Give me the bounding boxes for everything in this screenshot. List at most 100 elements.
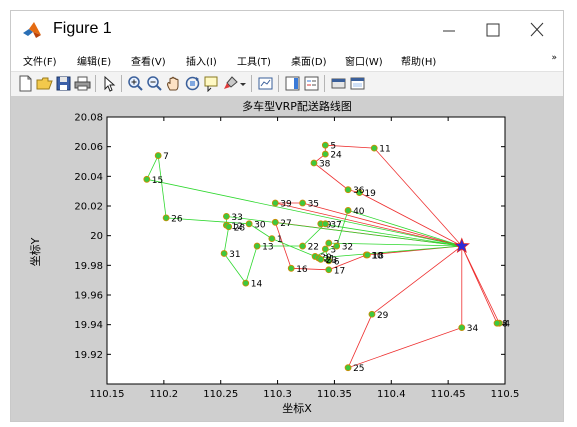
pointer-icon[interactable] [101, 75, 118, 92]
colorbar-icon[interactable] [284, 75, 301, 92]
customer-label: 1 [277, 235, 283, 245]
customer-label: 7 [163, 152, 169, 162]
y-tick-label: 20.02 [74, 202, 103, 213]
customer-point [458, 324, 466, 332]
figure-canvas: 多车型VRP配送路线图 110.15 110.2 110.25 110.3 110.35… [11, 96, 563, 421]
menu-insert[interactable]: 插入(I) [186, 53, 217, 68]
customer-point [344, 207, 352, 214]
x-tick-label: 110.4 [377, 389, 406, 400]
customer-point [317, 255, 325, 263]
customer-label: 13 [262, 243, 273, 253]
customer-label: 40 [353, 207, 365, 217]
customer-point [344, 364, 352, 372]
customer-point [268, 235, 276, 243]
data-cursor-icon[interactable] [203, 75, 220, 92]
open-icon[interactable] [36, 75, 53, 92]
close-icon [530, 22, 544, 37]
customer-label: 32 [342, 243, 353, 253]
customer-label: 15 [152, 176, 163, 186]
customer-label: 35 [308, 200, 319, 210]
window-title: Figure 1 [53, 20, 112, 37]
customer-point [321, 245, 329, 253]
zoom-out-icon[interactable] [146, 75, 163, 92]
title-bar[interactable]: Figure 1 [11, 11, 563, 49]
customer-label: 27 [280, 219, 291, 229]
customer-point [271, 218, 279, 226]
link-plot-icon[interactable] [257, 75, 274, 92]
zoom-in-icon[interactable] [127, 75, 144, 92]
legend-icon[interactable] [303, 75, 320, 92]
y-tick-label: 20 [90, 231, 103, 242]
customer-label: 36 [353, 186, 365, 196]
customer-label: 30 [254, 220, 266, 230]
customer-label: 39 [280, 200, 292, 210]
customer-point [220, 250, 228, 257]
menu-window[interactable]: 窗口(W) [345, 53, 383, 68]
customer-label: 29 [377, 311, 389, 321]
customer-label: 17 [334, 266, 345, 276]
maximize-button[interactable] [479, 17, 507, 43]
customer-label: 22 [308, 243, 319, 253]
y-tick-label: 19.94 [74, 320, 103, 331]
maximize-icon [486, 23, 500, 37]
customer-point [162, 214, 170, 222]
customer-point [344, 186, 352, 194]
customer-point [245, 220, 253, 228]
matlab-logo-icon [23, 22, 41, 38]
print-icon[interactable] [74, 75, 91, 92]
x-tick-label: 110.45 [431, 389, 466, 400]
brush-dropdown-icon[interactable] [239, 75, 247, 92]
x-tick-label: 110.3 [263, 389, 292, 400]
customer-point [321, 150, 329, 158]
menu-view[interactable]: 查看(V) [131, 53, 166, 68]
customer-label: 18 [372, 251, 384, 261]
customer-label: 14 [251, 280, 263, 290]
menu-tools[interactable]: 工具(T) [237, 53, 271, 68]
close-button[interactable] [523, 17, 551, 43]
customer-point [321, 220, 329, 228]
y-tick-label: 19.98 [74, 261, 103, 272]
route-chart[interactable]: 多车型VRP配送路线图 110.15 110.2 110.25 110.3 110.35… [11, 96, 563, 421]
customer-point [299, 199, 306, 207]
customer-label: 19 [364, 189, 376, 199]
customer-point [222, 212, 230, 220]
customer-point [242, 279, 250, 287]
hide-plot-tools-icon[interactable] [330, 75, 347, 92]
customer-point [493, 319, 501, 327]
show-plot-tools-icon[interactable] [349, 75, 366, 92]
customer-label: 23 [326, 256, 337, 266]
y-tick-label: 20.06 [74, 142, 103, 153]
customer-point [325, 266, 333, 274]
menu-help[interactable]: 帮助(H) [401, 53, 436, 68]
menu-desktop[interactable]: 桌面(D) [291, 53, 327, 68]
menu-overflow-icon[interactable]: » [551, 53, 557, 63]
customer-point [253, 242, 261, 250]
customer-point [287, 264, 295, 272]
new-figure-icon[interactable] [17, 75, 34, 92]
brush-icon[interactable] [222, 75, 239, 92]
x-tick-label: 110.35 [317, 389, 352, 400]
rotate-3d-icon[interactable] [184, 75, 201, 92]
customer-point [143, 175, 151, 183]
customer-label: 16 [296, 265, 308, 275]
y-axis-label: 坐标Y [28, 237, 42, 266]
minimize-button[interactable] [435, 17, 463, 43]
customer-label: 34 [467, 324, 479, 334]
x-tick-label: 110.15 [90, 389, 125, 400]
customer-label: 38 [319, 159, 331, 169]
y-tick-label: 19.92 [74, 350, 103, 361]
save-icon[interactable] [55, 75, 72, 92]
menu-file[interactable]: 文件(F) [23, 53, 57, 68]
customer-point [310, 159, 318, 167]
x-tick-label: 110.25 [203, 389, 238, 400]
toolbar-separator [95, 75, 96, 92]
customer-label: 33 [231, 213, 242, 223]
customer-label: 11 [379, 145, 390, 155]
x-tick-label: 110.5 [491, 389, 520, 400]
customer-label: 24 [330, 151, 342, 161]
pan-icon[interactable] [165, 75, 182, 92]
customer-point [299, 242, 306, 250]
chart-title: 多车型VRP配送路线图 [242, 99, 352, 113]
menu-edit[interactable]: 编辑(E) [77, 53, 111, 68]
customer-point [368, 310, 376, 318]
